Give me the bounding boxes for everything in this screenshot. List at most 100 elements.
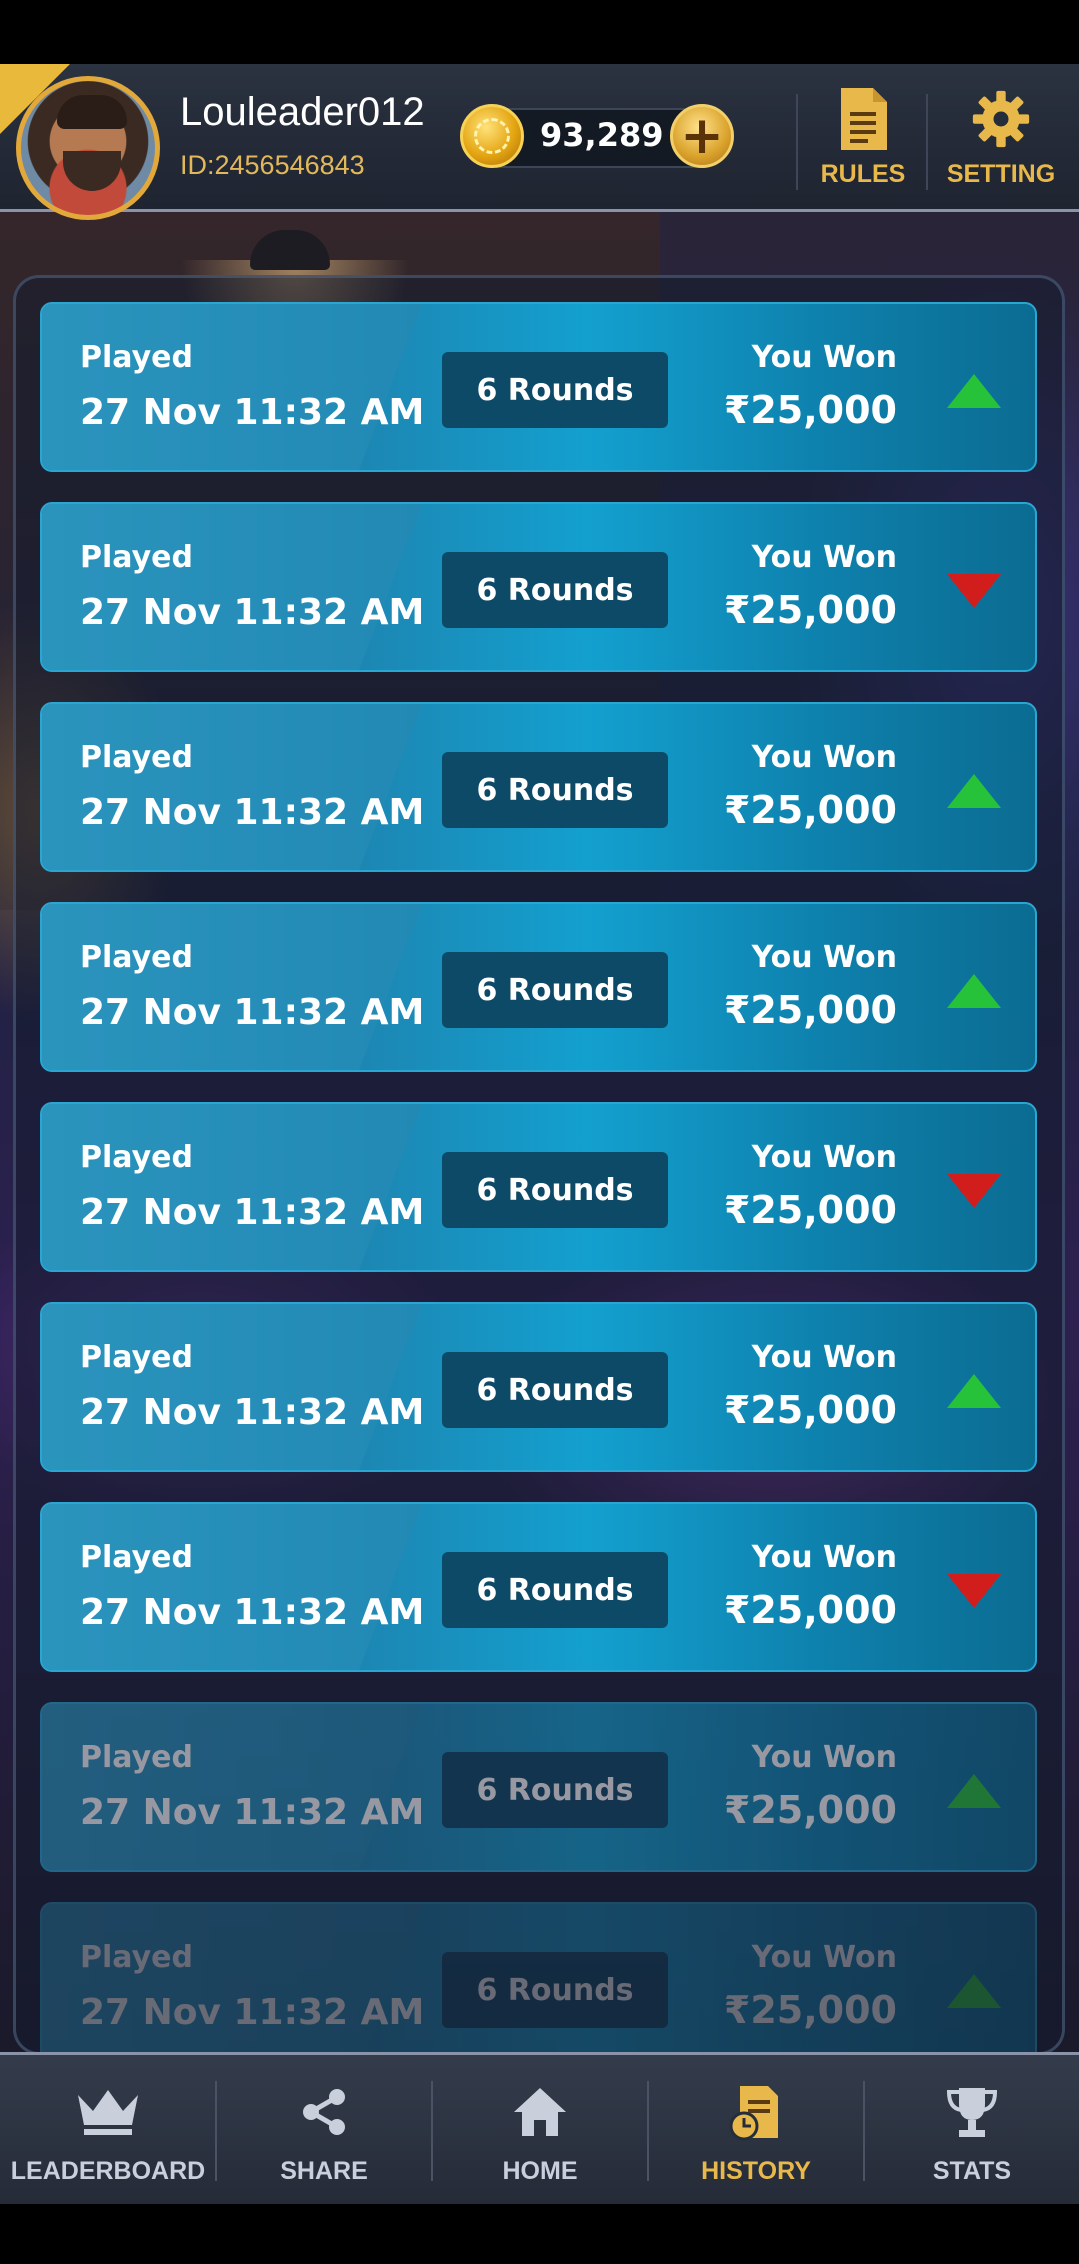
- nav-label: STATS: [932, 2157, 1012, 2185]
- played-label: Played: [80, 1740, 193, 1775]
- history-row[interactable]: Played 27 Nov 11:32 AM 6 Rounds You Won ₹25,…: [40, 902, 1037, 1072]
- rounds-badge: 6 Rounds: [442, 752, 668, 828]
- won-amount: ₹25,000: [723, 388, 897, 432]
- trend-up-icon: [947, 1774, 1001, 1808]
- history-row[interactable]: Played 27 Nov 11:32 AM 6 Rounds You Won ₹25,…: [40, 1702, 1037, 1872]
- avatar-beard: [63, 151, 121, 191]
- username: Louleader012: [180, 90, 425, 134]
- nav-home[interactable]: HOME: [432, 2055, 648, 2207]
- trend-up-icon: [947, 374, 1001, 408]
- history-list[interactable]: Played 27 Nov 11:32 AM 6 Rounds You Won ₹25,…: [40, 302, 1037, 2052]
- row-slant-panel: [42, 904, 422, 1070]
- result-label: You Won: [751, 1140, 897, 1175]
- row-slant-panel: [42, 504, 422, 670]
- played-date: 27 Nov 11:32 AM: [80, 992, 425, 1033]
- nav-history[interactable]: HISTORY: [648, 2055, 864, 2207]
- history-row[interactable]: Played 27 Nov 11:32 AM 6 Rounds You Won ₹25,…: [40, 702, 1037, 872]
- nav-share[interactable]: SHARE: [216, 2055, 432, 2207]
- trend-up-icon: [947, 974, 1001, 1008]
- crown-icon: [0, 2077, 216, 2147]
- result-label: You Won: [751, 1740, 897, 1775]
- system-bottom-bar: [0, 2204, 1079, 2264]
- history-row[interactable]: Played 27 Nov 11:32 AM 6 Rounds You Won ₹25,…: [40, 1902, 1037, 2052]
- trend-down-icon: [947, 1574, 1001, 1608]
- played-label: Played: [80, 1340, 193, 1375]
- row-slant-panel: [42, 1504, 422, 1670]
- result-label: You Won: [751, 740, 897, 775]
- history-row[interactable]: Played 27 Nov 11:32 AM 6 Rounds You Won ₹25,…: [40, 1502, 1037, 1672]
- rounds-badge: 6 Rounds: [442, 952, 668, 1028]
- played-date: 27 Nov 11:32 AM: [80, 392, 425, 433]
- coin-amount: 93,289: [540, 116, 664, 154]
- row-slant-panel: [42, 304, 422, 470]
- result-label: You Won: [751, 1940, 897, 1975]
- played-label: Played: [80, 740, 193, 775]
- won-amount: ₹25,000: [723, 1388, 897, 1432]
- trend-up-icon: [947, 774, 1001, 808]
- gear-icon: [971, 84, 1031, 154]
- history-icon: [648, 2077, 864, 2147]
- won-amount: ₹25,000: [723, 788, 897, 832]
- avatar-hair: [57, 95, 127, 129]
- setting-button[interactable]: SETTING: [941, 84, 1061, 202]
- played-label: Played: [80, 940, 193, 975]
- played-label: Played: [80, 340, 193, 375]
- result-label: You Won: [751, 1340, 897, 1375]
- avatar[interactable]: [16, 76, 160, 220]
- nav-leaderboard[interactable]: LEADERBOARD: [0, 2055, 216, 2207]
- played-date: 27 Nov 11:32 AM: [80, 1792, 425, 1833]
- won-amount: ₹25,000: [723, 588, 897, 632]
- rounds-badge: 6 Rounds: [442, 1952, 668, 2028]
- played-date: 27 Nov 11:32 AM: [80, 1192, 425, 1233]
- played-date: 27 Nov 11:32 AM: [80, 1392, 425, 1433]
- history-row[interactable]: Played 27 Nov 11:32 AM 6 Rounds You Won ₹25,…: [40, 1102, 1037, 1272]
- rules-label: RULES: [820, 160, 906, 188]
- share-icon: [216, 2077, 432, 2147]
- status-bar: [0, 0, 1079, 64]
- setting-label: SETTING: [946, 160, 1056, 188]
- rules-button[interactable]: RULES: [803, 84, 923, 202]
- trend-up-icon: [947, 1374, 1001, 1408]
- history-row[interactable]: Played 27 Nov 11:32 AM 6 Rounds You Won ₹25,…: [40, 302, 1037, 472]
- rounds-badge: 6 Rounds: [442, 552, 668, 628]
- row-slant-panel: [42, 704, 422, 870]
- trend-up-icon: [947, 1974, 1001, 2008]
- nav-label: LEADERBOARD: [10, 2157, 206, 2185]
- rounds-badge: 6 Rounds: [442, 1352, 668, 1428]
- profile-avatar-container[interactable]: [0, 64, 170, 224]
- history-row[interactable]: Played 27 Nov 11:32 AM 6 Rounds You Won ₹25,…: [40, 1302, 1037, 1472]
- coin-icon: [460, 104, 524, 168]
- nav-label: SHARE: [280, 2157, 368, 2185]
- played-label: Played: [80, 1940, 193, 1975]
- won-amount: ₹25,000: [723, 1788, 897, 1832]
- result-label: You Won: [751, 940, 897, 975]
- played-label: Played: [80, 540, 193, 575]
- won-amount: ₹25,000: [723, 988, 897, 1032]
- result-label: You Won: [751, 1540, 897, 1575]
- played-date: 27 Nov 11:32 AM: [80, 592, 425, 633]
- won-amount: ₹25,000: [723, 1988, 897, 2032]
- row-slant-panel: [42, 1104, 422, 1270]
- history-row[interactable]: Played 27 Nov 11:32 AM 6 Rounds You Won ₹25,…: [40, 502, 1037, 672]
- nav-label: HISTORY: [701, 2157, 811, 2185]
- rounds-badge: 6 Rounds: [442, 1552, 668, 1628]
- played-date: 27 Nov 11:32 AM: [80, 1992, 425, 2033]
- header-divider: [926, 94, 928, 190]
- rounds-badge: 6 Rounds: [442, 1752, 668, 1828]
- home-icon: [432, 2077, 648, 2147]
- trend-down-icon: [947, 1174, 1001, 1208]
- header-divider: [796, 94, 798, 190]
- result-label: You Won: [751, 340, 897, 375]
- document-icon: [833, 84, 893, 154]
- played-date: 27 Nov 11:32 AM: [80, 792, 425, 833]
- played-label: Played: [80, 1540, 193, 1575]
- top-header: Louleader012 ID:2456546843 93,289 + RULE…: [0, 64, 1079, 220]
- won-amount: ₹25,000: [723, 1588, 897, 1632]
- bottom-navigation: LEADERBOARD SHARE HOME HISTORY STATS: [0, 2052, 1079, 2204]
- row-slant-panel: [42, 1704, 422, 1870]
- nav-stats[interactable]: STATS: [864, 2055, 1079, 2207]
- trend-down-icon: [947, 574, 1001, 608]
- user-id: ID:2456546843: [180, 150, 365, 180]
- add-coins-button[interactable]: +: [670, 104, 734, 168]
- nav-label: HOME: [502, 2157, 578, 2185]
